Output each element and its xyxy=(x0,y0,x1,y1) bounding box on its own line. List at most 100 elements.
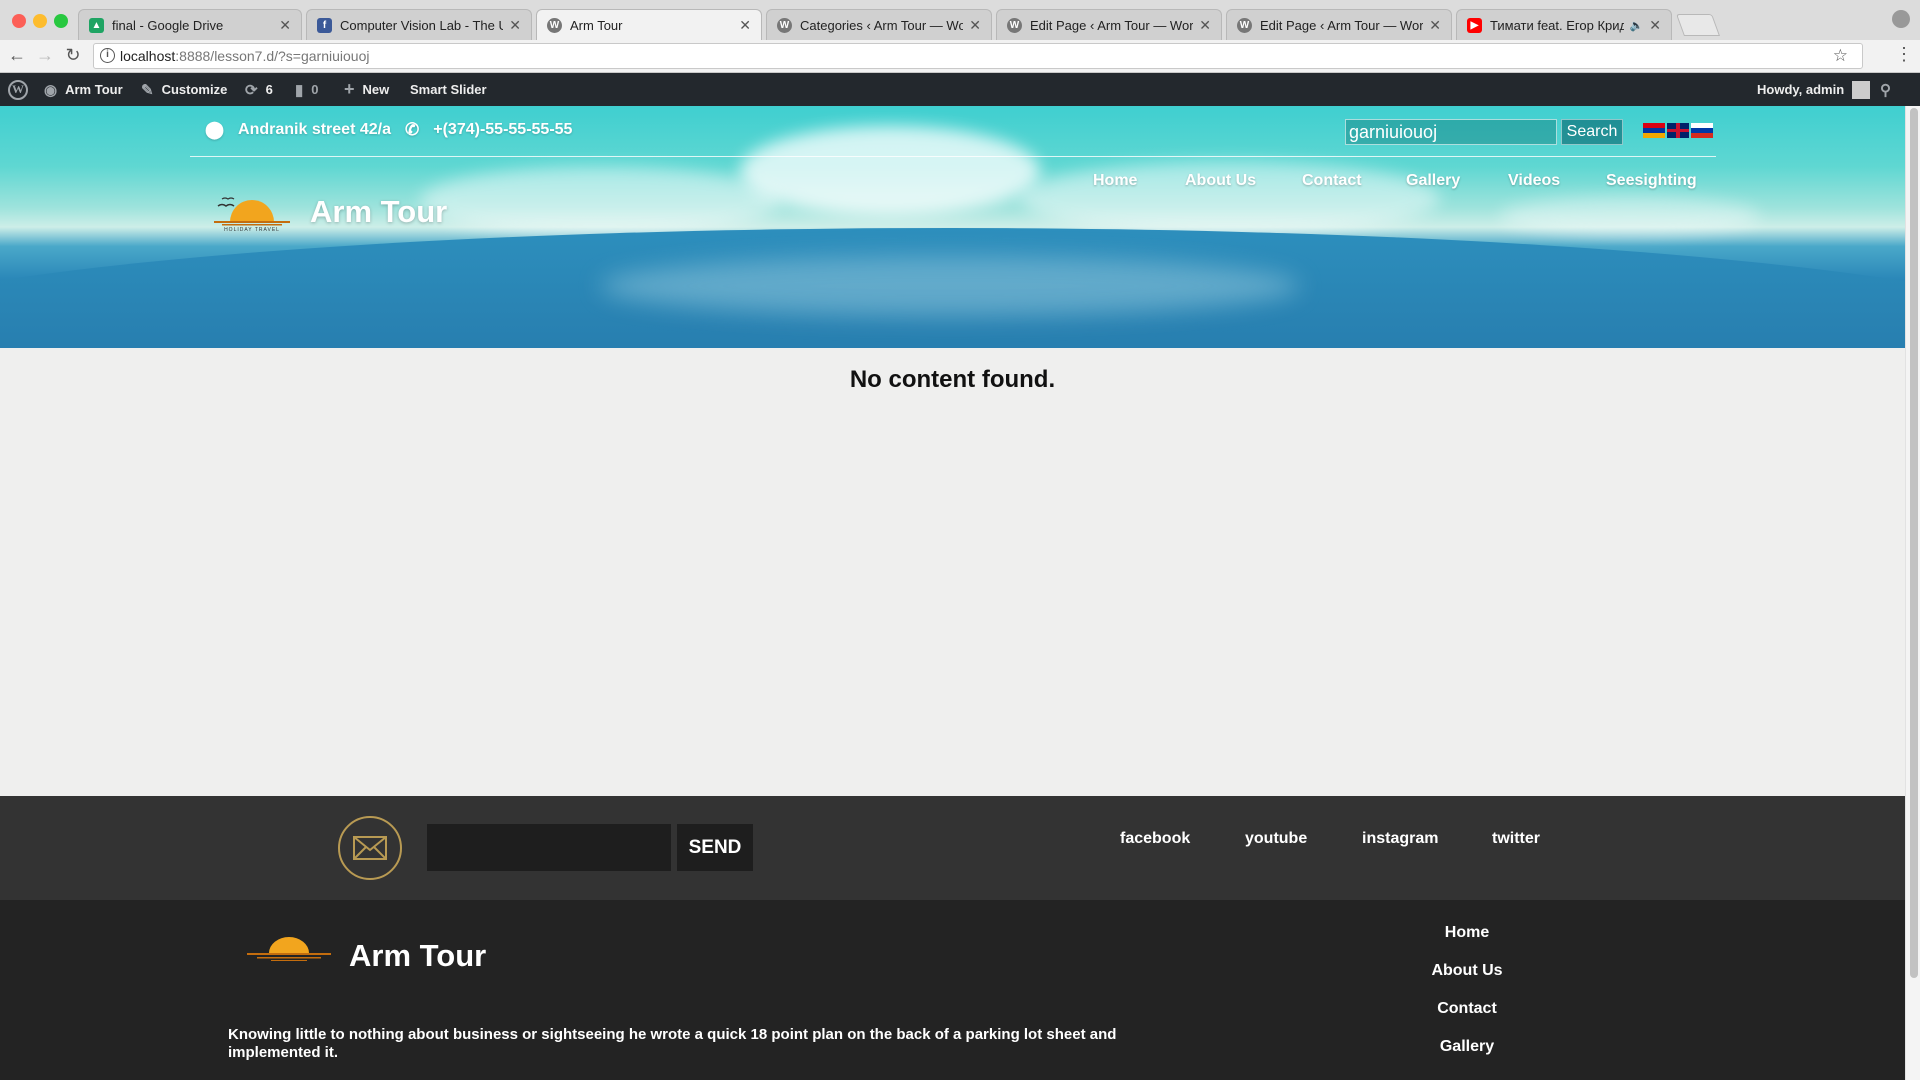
map-marker-icon: ⬤ xyxy=(205,120,225,139)
footer-nav-gallery[interactable]: Gallery xyxy=(1367,1038,1567,1056)
wp-logo-button[interactable]: W xyxy=(8,73,28,106)
speaker-icon[interactable]: 🔈 xyxy=(1630,19,1644,32)
admin-account[interactable]: Howdy, admin xyxy=(1757,73,1871,106)
nav-videos[interactable]: Videos xyxy=(1508,172,1560,190)
browser-tab[interactable]: f Computer Vision Lab - The Un ✕ xyxy=(306,9,532,40)
search-icon: ⚲ xyxy=(1880,81,1891,99)
window-close-button[interactable] xyxy=(12,14,26,28)
forward-arrow-icon[interactable]: → xyxy=(34,45,56,66)
url-input[interactable]: i localhost:8888/lesson7.d/?s=garniuiouo… xyxy=(93,43,1863,69)
new-tab-button[interactable] xyxy=(1675,14,1721,36)
google-drive-icon: ▲ xyxy=(89,17,104,33)
scrollbar-thumb[interactable] xyxy=(1910,108,1918,978)
wordpress-icon: W xyxy=(547,18,562,33)
footer-logo[interactable] xyxy=(243,935,335,965)
wordpress-icon: W xyxy=(777,17,792,33)
browser-tab[interactable]: W Edit Page ‹ Arm Tour — WordP ✕ xyxy=(996,9,1222,40)
plus-icon: + xyxy=(344,79,355,99)
footer-description: Knowing little to nothing about business… xyxy=(228,1026,1117,1061)
facebook-icon: f xyxy=(317,17,332,33)
profile-icon[interactable] xyxy=(1892,10,1910,28)
tab-close-icon[interactable]: ✕ xyxy=(509,17,521,34)
wordpress-icon: W xyxy=(1007,17,1022,33)
no-content-message: No content found. xyxy=(849,366,1056,393)
avatar xyxy=(1852,80,1871,99)
holiday-travel-logo[interactable]: HOLIDAY TRAVEL xyxy=(208,190,296,234)
browser-tab-bar: ▲ final - Google Drive ✕ f Computer Visi… xyxy=(0,0,1920,41)
footer-subscribe-bar: SEND facebook youtube instagram twitter xyxy=(0,796,1905,900)
dashboard-icon: ◉ xyxy=(44,81,58,99)
tab-close-icon[interactable]: ✕ xyxy=(1429,17,1441,34)
site-header: ⬤ Andranik street 42/a ✆ +(374)-55-55-55… xyxy=(0,106,1905,348)
admin-comments[interactable]: ▮ 0 xyxy=(295,73,319,106)
back-arrow-icon[interactable]: ← xyxy=(6,45,28,66)
cloud-decoration xyxy=(420,166,780,236)
site-search-button[interactable]: Search xyxy=(1561,119,1623,145)
address-bar: ← → ↻ i localhost:8888/lesson7.d/?s=garn… xyxy=(0,40,1920,73)
browser-tab[interactable]: W Edit Page ‹ Arm Tour — WordP ✕ xyxy=(1226,9,1452,40)
admin-new[interactable]: + New xyxy=(344,73,389,106)
wordpress-icon: W xyxy=(1237,17,1252,33)
russian-flag-icon[interactable] xyxy=(1691,123,1713,138)
footer-site-title: Arm Tour xyxy=(349,938,487,973)
site-search-input[interactable] xyxy=(1345,119,1557,145)
svg-text:HOLIDAY TRAVEL: HOLIDAY TRAVEL xyxy=(224,227,280,233)
browser-menu-icon[interactable]: ⋮ xyxy=(1895,44,1913,65)
url-host: localhost xyxy=(120,48,176,64)
browser-tab[interactable]: W Categories ‹ Arm Tour — Word ✕ xyxy=(766,9,992,40)
wp-admin-bar: W ◉ Arm Tour ✎ Customize ⟳ 6 ▮ 0 + New S… xyxy=(0,73,1920,106)
social-instagram-link[interactable]: instagram xyxy=(1362,830,1438,848)
social-youtube-link[interactable]: youtube xyxy=(1245,830,1307,848)
tab-close-icon[interactable]: ✕ xyxy=(969,17,981,34)
english-flag-icon[interactable] xyxy=(1667,123,1689,138)
admin-search[interactable]: ⚲ xyxy=(1880,73,1891,106)
cloud-decoration xyxy=(740,126,1040,216)
footer-nav-about-us[interactable]: About Us xyxy=(1367,962,1567,980)
site-title-link[interactable]: Arm Tour xyxy=(310,194,447,230)
newsletter-email-input[interactable] xyxy=(427,824,671,871)
armenian-flag-icon[interactable] xyxy=(1643,123,1665,138)
bookmark-star-icon[interactable]: ☆ xyxy=(1833,46,1848,66)
nav-contact[interactable]: Contact xyxy=(1302,172,1362,190)
send-button[interactable]: SEND xyxy=(677,824,753,871)
header-address: ⬤ Andranik street 42/a xyxy=(205,120,391,139)
main-content: No content found. xyxy=(0,348,1905,796)
tab-close-icon[interactable]: ✕ xyxy=(279,17,291,34)
browser-tab-active[interactable]: W Arm Tour ✕ xyxy=(536,9,762,41)
mail-icon xyxy=(338,816,402,880)
youtube-icon: ▶ xyxy=(1467,17,1482,33)
updates-icon: ⟳ xyxy=(245,81,258,99)
site-footer: Arm Tour Knowing little to nothing about… xyxy=(0,900,1905,1080)
wordpress-logo-icon: W xyxy=(8,79,28,100)
nav-home[interactable]: Home xyxy=(1093,172,1137,190)
footer-nav-contact[interactable]: Contact xyxy=(1367,1000,1567,1018)
social-facebook-link[interactable]: facebook xyxy=(1120,830,1190,848)
url-path: :8888/lesson7.d/?s=garniuiouoj xyxy=(175,48,370,64)
tab-close-icon[interactable]: ✕ xyxy=(1649,17,1661,34)
window-minimize-button[interactable] xyxy=(33,14,47,28)
admin-smart-slider[interactable]: Smart Slider xyxy=(410,73,487,106)
cloud-decoration xyxy=(1500,196,1760,236)
browser-tab[interactable]: ▲ final - Google Drive ✕ xyxy=(78,9,302,40)
brush-icon: ✎ xyxy=(141,81,154,99)
info-icon[interactable]: i xyxy=(100,48,115,63)
phone-icon: ✆ xyxy=(405,120,420,139)
tab-close-icon[interactable]: ✕ xyxy=(1199,17,1211,34)
reload-icon[interactable]: ↻ xyxy=(62,45,84,66)
admin-site-name[interactable]: ◉ Arm Tour xyxy=(44,73,123,106)
tab-close-icon[interactable]: ✕ xyxy=(739,17,751,34)
nav-seesighting[interactable]: Seesighting xyxy=(1606,172,1697,190)
footer-nav-home[interactable]: Home xyxy=(1367,924,1567,942)
browser-tab[interactable]: ▶ Тимати feat. Егор Крид - Г 🔈 ✕ xyxy=(1456,9,1672,40)
nav-about-us[interactable]: About Us xyxy=(1185,172,1256,190)
nav-gallery[interactable]: Gallery xyxy=(1406,172,1460,190)
social-twitter-link[interactable]: twitter xyxy=(1492,830,1540,848)
window-zoom-button[interactable] xyxy=(54,14,68,28)
admin-customize[interactable]: ✎ Customize xyxy=(141,73,227,106)
header-divider xyxy=(190,156,1716,157)
page-scrollbar[interactable] xyxy=(1905,106,1920,1080)
admin-updates[interactable]: ⟳ 6 xyxy=(245,73,273,106)
sea-shine-decoration xyxy=(600,256,1300,316)
header-phone: ✆ +(374)-55-55-55-55 xyxy=(405,120,573,139)
comment-icon: ▮ xyxy=(295,81,304,99)
